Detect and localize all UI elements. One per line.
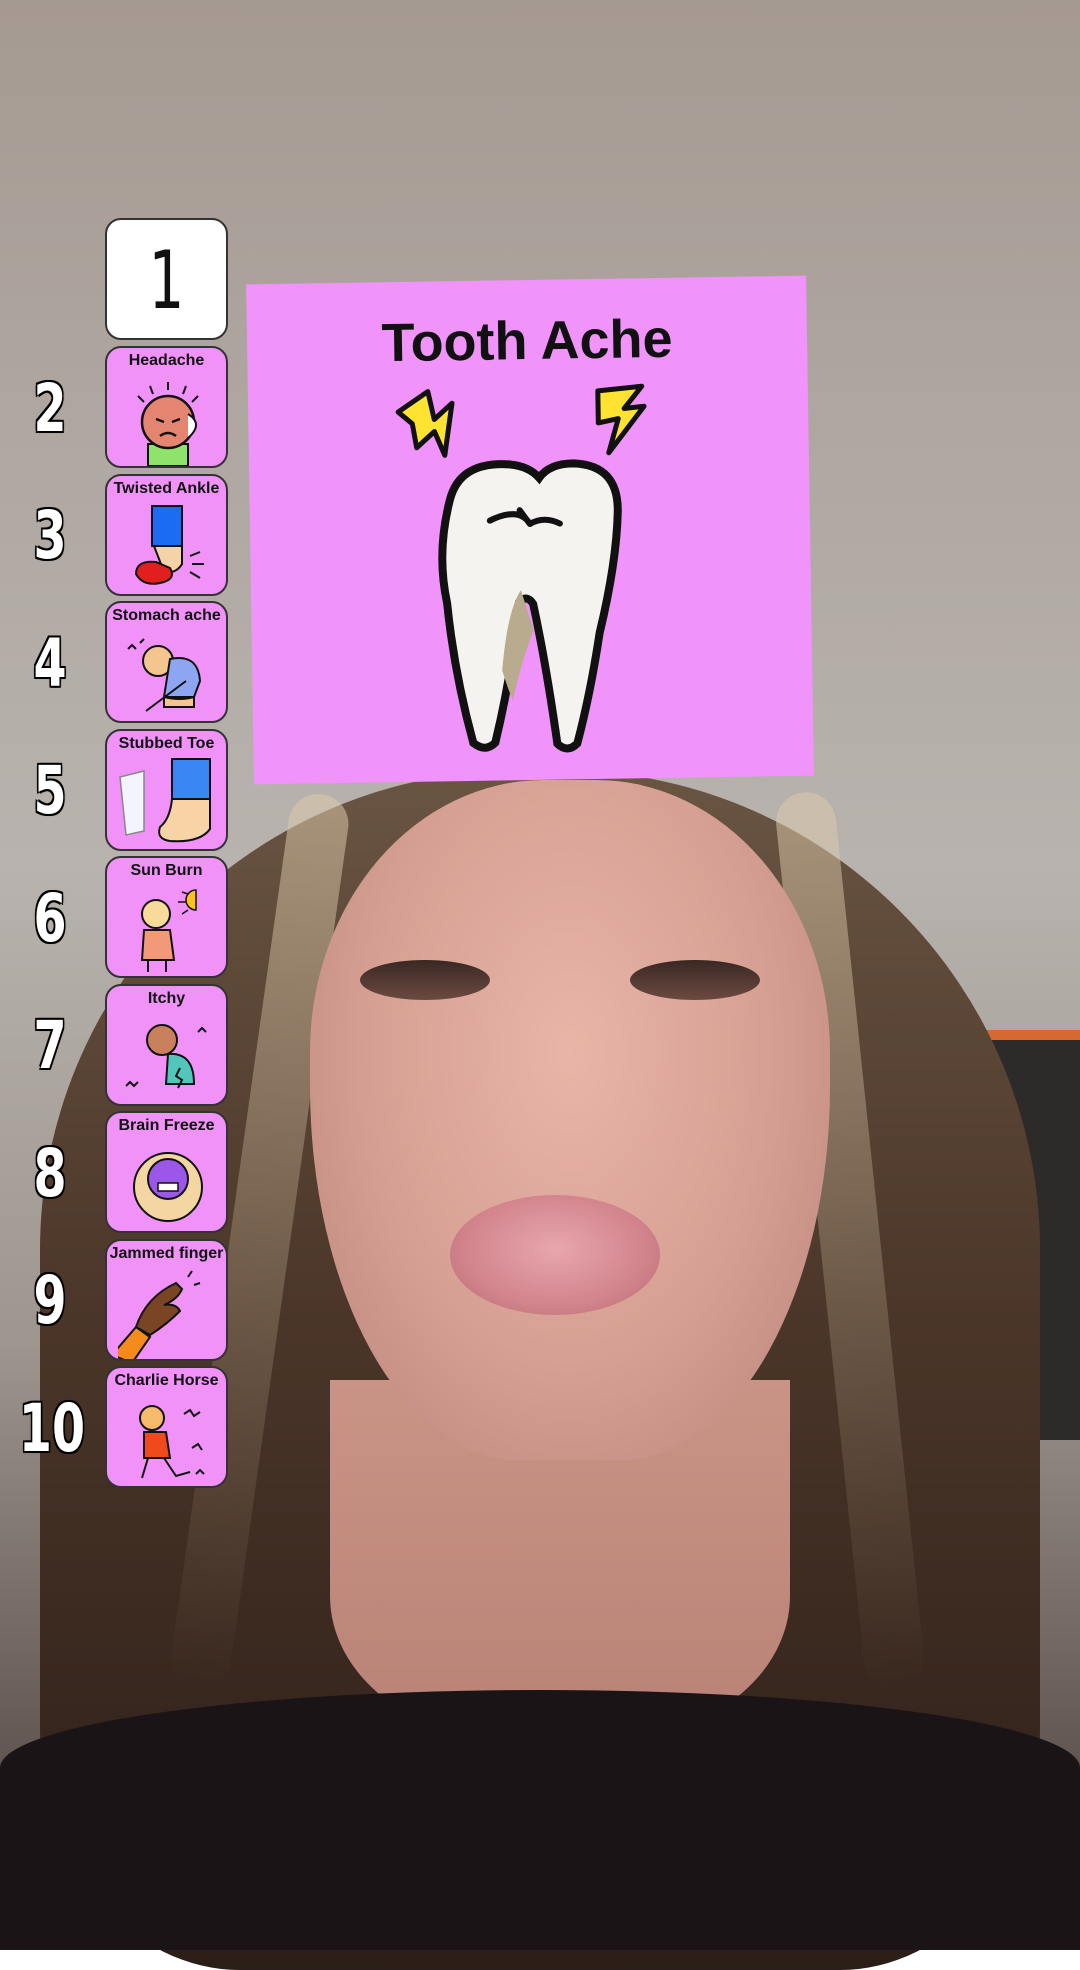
rank-5: 5 [33,752,67,829]
slot-label: Jammed finger [109,1245,224,1262]
rank-10: 10 [18,1390,86,1467]
slot-label: Stubbed Toe [118,735,215,752]
charlie-horse-icon [139,1405,205,1479]
slot-headache: Headache [105,346,228,468]
slot-label: Charlie Horse [114,1372,219,1389]
current-slot: 1 [105,218,228,340]
lips [450,1195,660,1315]
slot-label: Itchy [147,990,186,1007]
slot-brain-freeze: Brain Freeze [105,1111,228,1233]
slot-stomach-ache: Stomach ache [105,601,228,723]
stomach-ache-icon [127,638,202,712]
slot-charlie-horse: Charlie Horse [105,1366,228,1488]
stubbed-toe-icon [119,758,211,843]
twisted-ankle-icon [134,505,204,585]
slot-label: Brain Freeze [118,1117,215,1134]
shirt [0,1690,1080,1950]
slot-label: Twisted Ankle [113,480,220,497]
face [310,780,830,1460]
current-slot-number: 1 [148,234,185,327]
slot-label: Stomach ache [112,607,221,624]
tooth-ache-icon [395,383,647,753]
rank-3: 3 [33,497,67,574]
slot-jammed-finger: Jammed finger [105,1239,228,1361]
left-eye [360,960,490,1000]
headache-icon [137,382,199,466]
itchy-icon [125,1024,207,1089]
card-title: Tooth Ache [381,308,673,374]
sun-burn-icon [140,889,197,972]
slot-twisted-ankle: Twisted Ankle [105,474,228,596]
rank-9: 9 [33,1262,67,1339]
rank-4: 4 [33,625,67,702]
slot-stubbed-toe: Stubbed Toe [105,729,228,851]
slot-sun-burn: Sun Burn [105,856,228,978]
jammed-finger-icon [118,1270,201,1359]
current-card: Tooth Ache [246,275,814,785]
brain-freeze-icon [133,1152,203,1222]
slot-label: Headache [128,352,205,369]
rank-6: 6 [33,880,67,957]
rank-2: 2 [33,370,67,447]
slot-label: Sun Burn [130,862,203,879]
rank-7: 7 [33,1007,67,1084]
slot-itchy: Itchy [105,984,228,1106]
right-eye [630,960,760,1000]
rank-8: 8 [33,1135,67,1212]
